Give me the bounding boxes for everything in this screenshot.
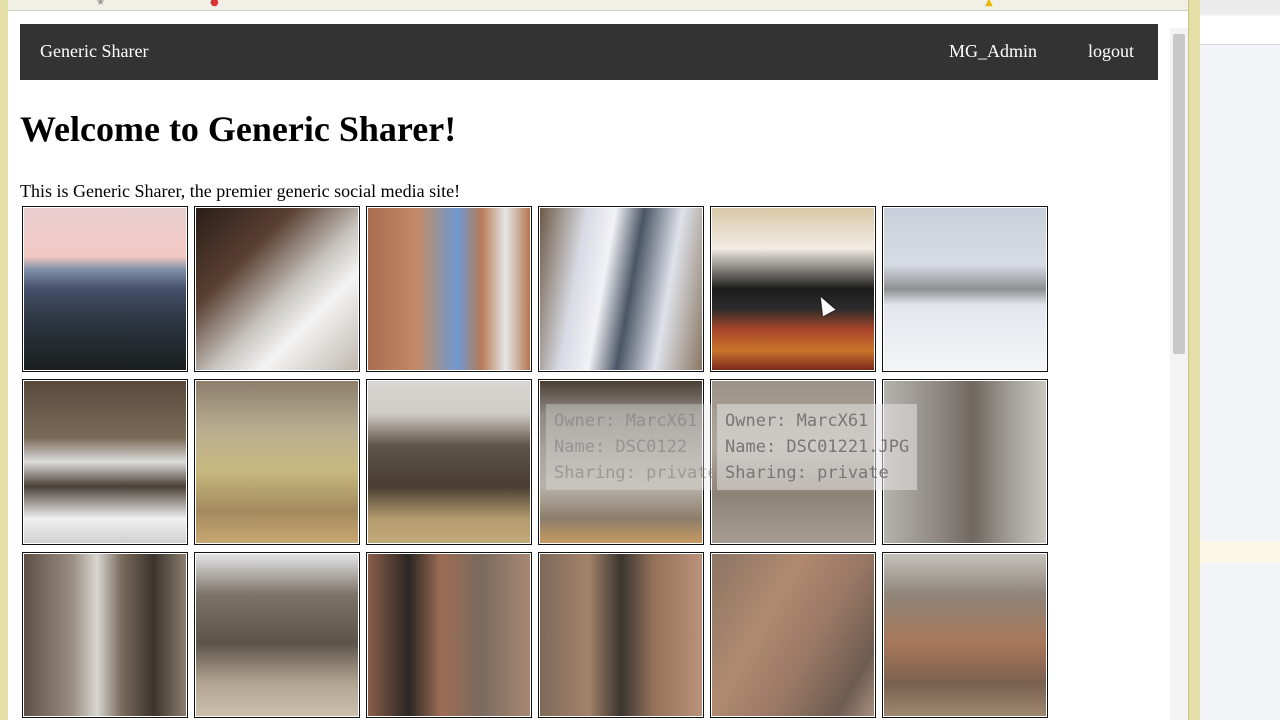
warning-icon: ▲ [985, 0, 993, 8]
tooltip-owner: Owner: MarcX61 [725, 411, 869, 431]
photo-tooltip-ghost: Owner: MarcX61 Name: DSC0122 Sharing: pr… [546, 404, 712, 490]
tooltip-sharing: Sharing: private [554, 463, 712, 483]
photo-thumbnail [540, 208, 702, 370]
brand-link[interactable]: Generic Sharer [40, 41, 148, 62]
photo-thumbnail [196, 381, 358, 543]
photo-tile[interactable] [710, 206, 876, 372]
photo-thumbnail [712, 554, 874, 716]
side-pane-header [1200, 0, 1280, 14]
tooltip-sharing: Sharing: private [725, 463, 889, 483]
side-pane-field[interactable] [1200, 16, 1280, 45]
photo-thumbnail [196, 208, 358, 370]
photo-tile[interactable] [22, 552, 188, 718]
page-title: Welcome to Generic Sharer! [20, 109, 457, 149]
photo-tile[interactable] [366, 552, 532, 718]
photo-tile[interactable] [194, 206, 360, 372]
star-icon: ★ [96, 0, 105, 8]
photo-tooltip: Owner: MarcX61 Name: DSC01221.JPG Sharin… [717, 404, 918, 490]
tooltip-name: Name: DSC0122 [554, 437, 688, 457]
side-pane-highlight [1200, 541, 1280, 563]
photo-thumbnail [368, 554, 530, 716]
photo-tile[interactable] [366, 206, 532, 372]
photo-thumbnail [540, 554, 702, 716]
window-left-border [0, 0, 8, 720]
photo-thumbnail [24, 381, 186, 543]
logout-link[interactable]: logout [1088, 41, 1134, 62]
photo-thumbnail [24, 208, 186, 370]
photo-tile[interactable] [538, 552, 704, 718]
tooltip-name: Name: DSC01221.JPG [725, 437, 910, 457]
photo-thumbnail [368, 381, 530, 543]
photo-tile[interactable] [194, 379, 360, 545]
scrollbar-thumb[interactable] [1173, 34, 1185, 354]
record-icon: ● [210, 0, 219, 8]
photo-thumbnail [884, 554, 1046, 716]
photo-tile[interactable] [22, 206, 188, 372]
navbar: Generic Sharer MG_Admin logout [20, 24, 1158, 80]
photo-tile[interactable] [194, 552, 360, 718]
photo-tile[interactable] [22, 379, 188, 545]
photo-tile[interactable] [538, 206, 704, 372]
photo-thumbnail [24, 554, 186, 716]
browser-bookmarks-strip: ★ ● ▲ [0, 0, 1190, 11]
photo-thumbnail [368, 208, 530, 370]
photo-tile[interactable] [882, 552, 1048, 718]
photo-thumbnail [884, 208, 1046, 370]
tooltip-owner: Owner: MarcX61 [554, 411, 698, 431]
intro-text: This is Generic Sharer, the premier gene… [20, 181, 461, 201]
user-link[interactable]: MG_Admin [949, 41, 1037, 62]
photo-thumbnail [196, 554, 358, 716]
side-pane [1200, 0, 1280, 720]
photo-tile[interactable] [882, 206, 1048, 372]
photo-tile[interactable] [710, 552, 876, 718]
photo-tile[interactable] [366, 379, 532, 545]
photo-thumbnail [712, 208, 874, 370]
